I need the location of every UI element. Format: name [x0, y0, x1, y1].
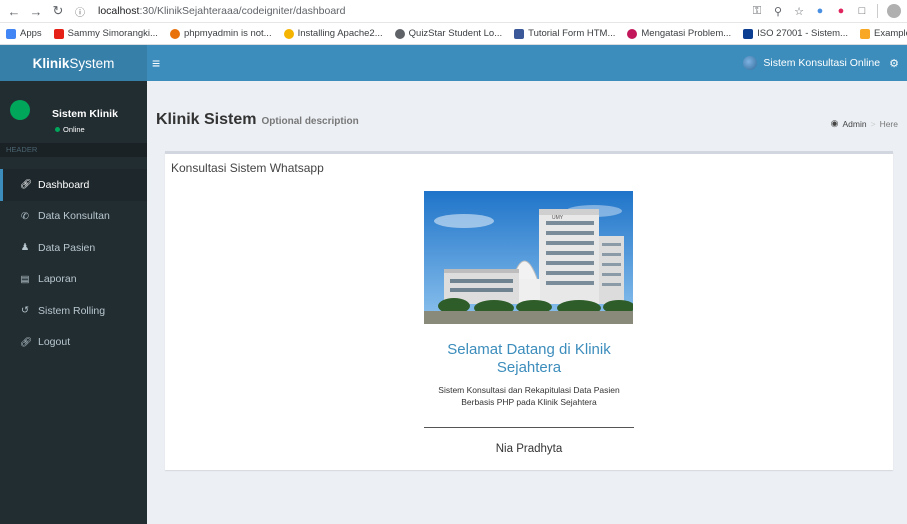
info-icon[interactable]: ⓘ — [72, 3, 88, 19]
sidebar-item-label: Laporan — [38, 273, 77, 286]
bookmark-item[interactable]: Installing Apache2... — [283, 28, 383, 39]
gears-icon[interactable]: ⚙ — [889, 57, 899, 70]
online-status: Online — [55, 125, 85, 134]
sidebar-section-header: HEADER — [0, 143, 147, 157]
history-icon: ↺ — [21, 305, 29, 317]
bookmark-item[interactable]: Examples of the Mo... — [859, 28, 907, 39]
site-icon — [169, 28, 180, 39]
bookmark-label: Installing Apache2... — [297, 28, 383, 39]
extension-icon[interactable]: ● — [814, 5, 826, 17]
bookmarks-bar: Apps Sammy Simorangki... phpmyadmin is n… — [0, 23, 907, 45]
sidebar-item-label: Logout — [38, 336, 71, 349]
bookmark-label: Apps — [20, 28, 42, 39]
dashboard-icon: ◉ — [830, 118, 839, 128]
bookmark-label: Mengatasi Problem... — [641, 28, 732, 39]
profile-avatar[interactable] — [887, 4, 901, 18]
building-sign: UMY — [552, 215, 564, 221]
bookmark-label: Sammy Simorangki... — [67, 28, 158, 39]
bookmark-label: Tutorial Form HTM... — [528, 28, 616, 39]
zoom-icon[interactable]: ⚲ — [772, 5, 784, 18]
sidebar-item-dashboard[interactable]: 🔗︎ Dashboard — [0, 169, 147, 201]
sidebar-item-logout[interactable]: 🔗︎ Logout — [0, 327, 147, 359]
author-name: Nia Pradhyta — [495, 443, 563, 455]
welcome-box: Konsultasi Sistem Whatsapp UMY Selamat D… — [165, 151, 893, 470]
app-logo[interactable]: Klinik System — [0, 45, 147, 81]
pinterest-icon[interactable]: ● — [835, 5, 847, 17]
sidebar-item-label: Data Konsultan — [38, 210, 110, 223]
breadcrumb-current: Here — [879, 118, 898, 129]
bookmark-apps[interactable]: Apps — [6, 28, 42, 39]
user-panel: Sistem Klinik Online — [0, 81, 147, 136]
address-bar[interactable]: localhost:30/KlinikSejahteraaa/codeignit… — [98, 5, 346, 17]
divider — [424, 427, 634, 428]
sidebar-avatar — [10, 100, 30, 120]
sidebar-item-sistem-rolling[interactable]: ↺ Sistem Rolling — [0, 295, 147, 327]
breadcrumb-separator: > — [870, 118, 876, 129]
book-icon: ▤ — [20, 273, 30, 285]
star-icon[interactable]: ☆ — [793, 5, 805, 18]
sidebar-item-label: Sistem Rolling — [38, 304, 106, 317]
sidebar: Sistem Klinik Online HEADER 🔗︎ Dashboard… — [0, 81, 147, 524]
welcome-description: Sistem Konsultasi dan Rekapitulasi Data … — [438, 385, 620, 407]
youtube-icon — [53, 28, 64, 39]
site-icon — [743, 28, 754, 39]
phone-icon: ✆ — [21, 210, 29, 222]
user-icon: ♟ — [20, 242, 30, 254]
site-icon — [859, 28, 870, 39]
online-dot-icon — [55, 127, 60, 132]
back-icon[interactable]: ← — [6, 3, 22, 19]
globe-icon — [394, 28, 405, 39]
page-subtitle: Optional description — [261, 116, 359, 127]
sidebar-item-data-konsultan[interactable]: ✆ Data Konsultan — [0, 201, 147, 233]
sidebar-item-data-pasien[interactable]: ♟ Data Pasien — [0, 232, 147, 264]
breadcrumb-home[interactable]: Admin — [843, 119, 867, 129]
user-avatar — [743, 56, 758, 70]
bookmark-item[interactable]: Tutorial Form HTM... — [514, 28, 615, 39]
sidebar-user-name: Sistem Klinik — [52, 108, 118, 120]
toolbar-divider — [877, 4, 878, 18]
sidebar-item-laporan[interactable]: ▤ Laporan — [0, 264, 147, 296]
sidebar-item-label: Data Pasien — [38, 241, 96, 254]
document-icon[interactable]: □ — [856, 5, 868, 17]
lightbulb-icon — [283, 28, 294, 39]
site-icon — [627, 28, 638, 39]
bookmark-item[interactable]: Sammy Simorangki... — [53, 28, 158, 39]
key-icon[interactable]: ⚿ — [751, 5, 763, 17]
bookmark-label: phpmyadmin is not... — [183, 28, 272, 39]
browser-toolbar: ← → ↻ ⓘ localhost:30/KlinikSejahteraaa/c… — [0, 0, 907, 23]
building-photo: UMY — [424, 191, 633, 324]
welcome-heading: Selamat Datang di Klinik Sejahtera — [447, 341, 611, 376]
reload-icon[interactable]: ↻ — [50, 3, 66, 19]
bookmark-label: ISO 27001 - Sistem... — [757, 28, 848, 39]
bookmark-item[interactable]: QuizStar Student Lo... — [394, 28, 503, 39]
sidebar-item-label: Dashboard — [38, 178, 90, 191]
bookmark-item[interactable]: ISO 27001 - Sistem... — [743, 28, 848, 39]
site-icon — [514, 28, 525, 39]
user-menu-label: Sistem Konsultasi Online — [763, 57, 881, 69]
bookmark-label: Examples of the Mo... — [873, 28, 907, 39]
bookmark-item[interactable]: Mengatasi Problem... — [627, 28, 731, 39]
page-title: Klinik Sistem Optional description — [156, 111, 359, 128]
breadcrumb: ◉ Admin > Here — [831, 118, 898, 129]
forward-icon[interactable]: → — [28, 3, 44, 19]
sidebar-toggle-icon[interactable]: ≡ — [152, 55, 160, 71]
box-title: Konsultasi Sistem Whatsapp — [171, 161, 324, 175]
main-header: Klinik System ≡ Sistem Konsultasi Online … — [0, 45, 907, 81]
link-icon: 🔗︎ — [20, 336, 33, 348]
sidebar-menu: 🔗︎ Dashboard ✆ Data Konsultan ♟ Data Pas… — [0, 169, 147, 358]
bookmark-label: QuizStar Student Lo... — [408, 28, 503, 39]
apps-grid-icon — [6, 28, 16, 39]
user-menu[interactable]: Sistem Konsultasi Online — [743, 56, 880, 70]
link-icon: 🔗︎ — [20, 179, 33, 191]
bookmark-item[interactable]: phpmyadmin is not... — [169, 28, 272, 39]
